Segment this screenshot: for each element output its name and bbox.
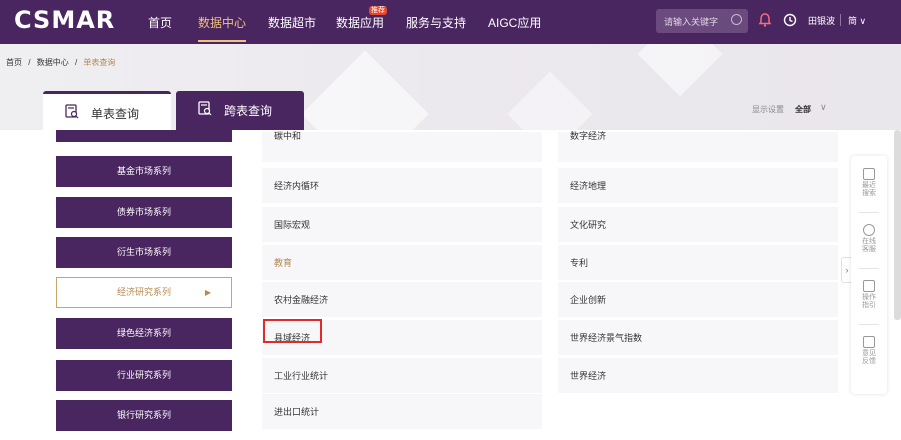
language-switch[interactable]: 简 ∨ — [848, 14, 866, 27]
database-item[interactable]: 进出口统计 — [262, 394, 542, 429]
bell-icon[interactable] — [757, 12, 773, 28]
database-item-label: 经济地理 — [570, 181, 607, 191]
search-icon[interactable] — [731, 14, 742, 25]
breadcrumb-data-center[interactable]: 数据中心 — [37, 58, 69, 67]
panel-text: 指引 — [862, 302, 876, 309]
database-item[interactable]: 工业行业统计 — [262, 358, 542, 393]
tab-single-table-label: 单表查询 — [91, 107, 140, 121]
header-divider — [840, 14, 841, 26]
database-item-label: 世界经济 — [570, 371, 607, 381]
display-filter-select[interactable]: 全部 — [795, 104, 811, 115]
breadcrumb-home[interactable]: 首页 — [6, 58, 22, 67]
database-item-label: 农村金融经济 — [274, 295, 329, 305]
nav-data-market[interactable]: 数据超市 — [268, 14, 316, 31]
cross-table-icon — [198, 101, 212, 116]
history-icon[interactable] — [782, 12, 798, 28]
panel-text: 操作 — [862, 294, 876, 301]
breadcrumb-current: 单表查询 — [83, 58, 116, 67]
operation-guide-button[interactable]: 操作 指引 — [851, 280, 887, 310]
sidebar-item-green-economy[interactable]: 绿色经济系列 — [56, 318, 232, 349]
panel-divider — [859, 212, 879, 213]
database-item[interactable]: 专利 — [558, 245, 838, 280]
sidebar-item-economic-research[interactable]: 经济研究系列 ▶ — [56, 277, 232, 308]
user-name[interactable]: 田银波 — [808, 14, 835, 27]
database-item-label: 教育 — [274, 258, 293, 268]
database-item-label: 专利 — [570, 258, 589, 268]
database-item[interactable]: 数字经济 — [558, 131, 838, 162]
nav-home[interactable]: 首页 — [148, 14, 172, 31]
document-icon — [863, 168, 875, 180]
guide-icon — [863, 280, 875, 292]
panel-text: 在线 — [862, 238, 876, 245]
database-item[interactable]: 碳中和 — [262, 131, 542, 162]
tab-cross-table-query[interactable]: 跨表查询 — [176, 91, 304, 130]
nav-active-underline — [198, 40, 246, 42]
display-settings-label: 显示设置 — [752, 105, 784, 114]
search-input[interactable]: 请输入关键字 — [656, 9, 748, 33]
panel-text: 搜索 — [862, 190, 876, 197]
sidebar-item-label: 经济研究系列 — [116, 287, 171, 297]
page-scrollbar[interactable] — [894, 130, 901, 320]
database-item-label: 数字经济 — [570, 131, 607, 141]
breadcrumb: 首页 / 数据中心 / 单表查询 — [6, 57, 115, 68]
database-item-label: 国际宏观 — [274, 220, 311, 230]
database-item[interactable]: 世界经济 — [558, 358, 838, 393]
panel-divider — [859, 324, 879, 325]
recent-search-button[interactable]: 最近 搜索 — [851, 168, 887, 198]
sidebar-item-industry-research[interactable]: 行业研究系列 — [56, 360, 232, 391]
breadcrumb-separator: / — [28, 58, 31, 67]
highlight-box — [263, 319, 322, 343]
nav-data-application[interactable]: 数据应用 — [336, 14, 384, 31]
tab-cross-table-label: 跨表查询 — [224, 104, 273, 118]
panel-text: 反馈 — [862, 358, 876, 365]
top-nav-bar: CSMAR 首页 数据中心 数据超市 数据应用 推荐 服务与支持 AIGC应用 … — [0, 0, 901, 44]
database-item[interactable]: 企业创新 — [558, 282, 838, 317]
database-item-label: 进出口统计 — [274, 407, 320, 417]
sidebar-item-derivatives-market[interactable]: 衍生市场系列 — [56, 237, 232, 268]
database-item[interactable]: 世界经济景气指数 — [558, 320, 838, 355]
sidebar-item-bank-research[interactable]: 银行研究系列 — [56, 400, 232, 431]
panel-text: 最近 — [862, 182, 876, 189]
panel-text: 客服 — [862, 246, 876, 253]
database-item-label: 工业行业统计 — [274, 371, 329, 381]
table-search-icon — [65, 104, 79, 119]
headset-icon — [863, 224, 875, 236]
banner-decoration — [637, 44, 723, 97]
sidebar-item-bond-market[interactable]: 债券市场系列 — [56, 197, 232, 228]
nav-service-support[interactable]: 服务与支持 — [406, 14, 466, 31]
database-item-label: 文化研究 — [570, 220, 607, 230]
nav-data-center[interactable]: 数据中心 — [198, 14, 246, 31]
database-item[interactable]: 农村金融经济 — [262, 282, 542, 317]
search-placeholder: 请输入关键字 — [664, 17, 719, 27]
database-item[interactable]: 教育 — [262, 245, 542, 280]
database-item[interactable]: 文化研究 — [558, 207, 838, 242]
database-item-label: 世界经济景气指数 — [570, 333, 643, 343]
side-panel: 最近 搜索 在线 客服 操作 指引 意见 反馈 — [851, 156, 887, 394]
database-item[interactable]: 经济内循环 — [262, 168, 542, 203]
chevron-down-icon[interactable]: ∨ — [820, 102, 827, 113]
banner-decoration — [301, 50, 429, 130]
database-item[interactable]: 国际宏观 — [262, 207, 542, 242]
online-service-button[interactable]: 在线 客服 — [851, 224, 887, 254]
sidebar-item-partial[interactable] — [56, 130, 232, 142]
database-item-label: 经济内循环 — [274, 181, 320, 191]
chevron-right-icon: ▶ — [204, 288, 211, 297]
feedback-button[interactable]: 意见 反馈 — [851, 336, 887, 366]
feedback-icon — [863, 336, 875, 348]
panel-divider — [859, 268, 879, 269]
banner-decoration — [507, 71, 593, 130]
main-content: 基金市场系列 债券市场系列 衍生市场系列 经济研究系列 ▶ 绿色经济系列 行业研… — [0, 130, 901, 440]
database-item-label: 企业创新 — [570, 295, 607, 305]
csmar-logo[interactable]: CSMAR — [14, 6, 115, 34]
sidebar-item-fund-market[interactable]: 基金市场系列 — [56, 156, 232, 187]
panel-text: 意见 — [862, 350, 876, 357]
hot-badge: 推荐 — [369, 6, 387, 15]
database-item[interactable]: 经济地理 — [558, 168, 838, 203]
nav-aigc[interactable]: AIGC应用 — [488, 14, 541, 31]
breadcrumb-separator: / — [74, 58, 78, 67]
tab-single-table-query[interactable]: 单表查询 — [43, 91, 171, 130]
banner: 首页 / 数据中心 / 单表查询 单表查询 跨表查询 显示设置 全部 ∨ — [0, 44, 901, 130]
database-item-label: 碳中和 — [274, 131, 302, 141]
